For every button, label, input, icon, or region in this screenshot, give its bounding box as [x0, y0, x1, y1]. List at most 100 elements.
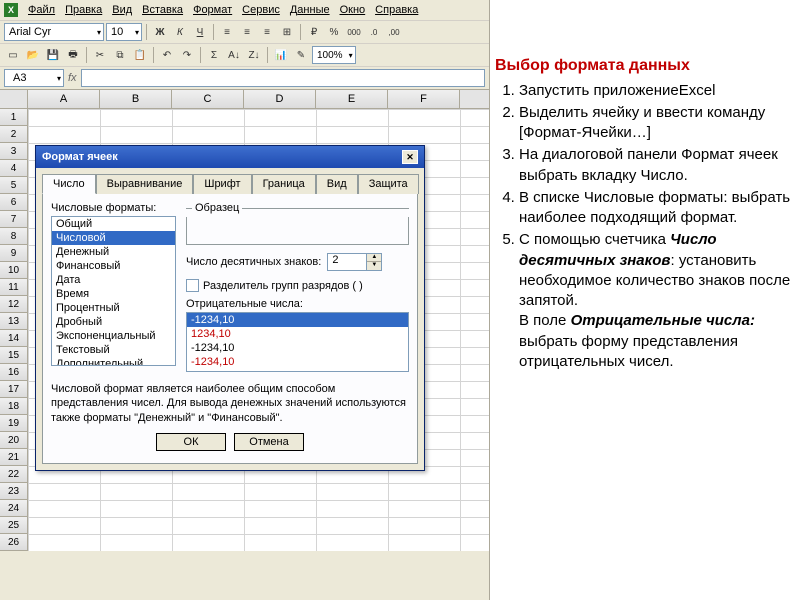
ok-button[interactable]: ОК: [156, 433, 226, 451]
fx-icon[interactable]: fx: [68, 72, 77, 84]
col-header[interactable]: F: [388, 90, 460, 108]
tab-view[interactable]: Вид: [316, 174, 358, 194]
decimals-input[interactable]: 2: [327, 253, 367, 271]
decimals-spinner[interactable]: 2 ▲ ▼: [327, 253, 382, 271]
format-list-item[interactable]: Числовой: [52, 231, 175, 245]
row-header[interactable]: 9: [0, 245, 28, 262]
spinner-down[interactable]: ▼: [367, 262, 381, 270]
menu-view[interactable]: Вид: [108, 2, 136, 18]
paste-button[interactable]: 📋: [131, 46, 149, 64]
row-header[interactable]: 24: [0, 500, 28, 517]
col-header[interactable]: A: [28, 90, 100, 108]
row-header[interactable]: 12: [0, 296, 28, 313]
percent-button[interactable]: %: [325, 23, 343, 41]
formula-input[interactable]: [81, 69, 485, 87]
row-header[interactable]: 5: [0, 177, 28, 194]
negative-format-item[interactable]: -1234,10: [187, 313, 408, 327]
align-right-button[interactable]: ≡: [258, 23, 276, 41]
save-button[interactable]: 💾: [44, 46, 62, 64]
row-header[interactable]: 23: [0, 483, 28, 500]
autosum-button[interactable]: Σ: [205, 46, 223, 64]
row-header[interactable]: 11: [0, 279, 28, 296]
undo-button[interactable]: ↶: [158, 46, 176, 64]
negative-format-item[interactable]: -1234,10: [187, 355, 408, 369]
merge-button[interactable]: ⊞: [278, 23, 296, 41]
close-button[interactable]: ✕: [402, 150, 418, 164]
open-button[interactable]: 📂: [24, 46, 42, 64]
menu-insert[interactable]: Вставка: [138, 2, 187, 18]
row-header[interactable]: 1: [0, 109, 28, 126]
row-header[interactable]: 13: [0, 313, 28, 330]
cancel-button[interactable]: Отмена: [234, 433, 304, 451]
underline-button[interactable]: Ч: [191, 23, 209, 41]
dialog-titlebar[interactable]: Формат ячеек ✕: [36, 146, 424, 168]
tab-alignment[interactable]: Выравнивание: [96, 174, 194, 194]
format-list-item[interactable]: Текстовый: [52, 343, 175, 357]
col-header[interactable]: D: [244, 90, 316, 108]
menu-tools[interactable]: Сервис: [238, 2, 284, 18]
row-header[interactable]: 4: [0, 160, 28, 177]
format-list-item[interactable]: Дополнительный: [52, 357, 175, 366]
font-name-select[interactable]: Arial Cyr: [4, 23, 104, 41]
row-header[interactable]: 7: [0, 211, 28, 228]
menu-data[interactable]: Данные: [286, 2, 334, 18]
sort-asc-button[interactable]: A↓: [225, 46, 243, 64]
format-list-item[interactable]: Экспоненциальный: [52, 329, 175, 343]
row-header[interactable]: 8: [0, 228, 28, 245]
row-header[interactable]: 17: [0, 381, 28, 398]
format-list-item[interactable]: Дробный: [52, 315, 175, 329]
zoom-select[interactable]: 100%: [312, 46, 356, 64]
chart-button[interactable]: 📊: [272, 46, 290, 64]
format-list-item[interactable]: Процентный: [52, 301, 175, 315]
redo-button[interactable]: ↷: [178, 46, 196, 64]
italic-button[interactable]: К: [171, 23, 189, 41]
tab-border[interactable]: Граница: [252, 174, 316, 194]
menu-format[interactable]: Формат: [189, 2, 236, 18]
tab-number[interactable]: Число: [42, 174, 96, 194]
row-header[interactable]: 6: [0, 194, 28, 211]
menu-file[interactable]: Файл: [24, 2, 59, 18]
row-header[interactable]: 2: [0, 126, 28, 143]
row-header[interactable]: 10: [0, 262, 28, 279]
menu-window[interactable]: Окно: [336, 2, 370, 18]
menu-help[interactable]: Справка: [371, 2, 422, 18]
spinner-up[interactable]: ▲: [367, 254, 381, 262]
row-header[interactable]: 14: [0, 330, 28, 347]
format-list-item[interactable]: Общий: [52, 217, 175, 231]
negative-numbers-list[interactable]: -1234,101234,10-1234,10-1234,10: [186, 312, 409, 372]
row-header[interactable]: 18: [0, 398, 28, 415]
col-header[interactable]: E: [316, 90, 388, 108]
row-header[interactable]: 16: [0, 364, 28, 381]
decrease-decimal-button[interactable]: ,00: [385, 23, 403, 41]
row-header[interactable]: 20: [0, 432, 28, 449]
col-header[interactable]: C: [172, 90, 244, 108]
format-list-item[interactable]: Денежный: [52, 245, 175, 259]
select-all-corner[interactable]: [0, 90, 28, 108]
row-header[interactable]: 25: [0, 517, 28, 534]
bold-button[interactable]: Ж: [151, 23, 169, 41]
row-header[interactable]: 3: [0, 143, 28, 160]
increase-decimal-button[interactable]: .0: [365, 23, 383, 41]
currency-button[interactable]: ₽: [305, 23, 323, 41]
sort-desc-button[interactable]: Z↓: [245, 46, 263, 64]
format-list-item[interactable]: Дата: [52, 273, 175, 287]
col-header[interactable]: B: [100, 90, 172, 108]
align-left-button[interactable]: ≡: [218, 23, 236, 41]
row-header[interactable]: 21: [0, 449, 28, 466]
menu-edit[interactable]: Правка: [61, 2, 106, 18]
align-center-button[interactable]: ≡: [238, 23, 256, 41]
copy-button[interactable]: ⧉: [111, 46, 129, 64]
row-header[interactable]: 15: [0, 347, 28, 364]
drawing-button[interactable]: ✎: [292, 46, 310, 64]
font-size-select[interactable]: 10: [106, 23, 142, 41]
tab-font[interactable]: Шрифт: [193, 174, 251, 194]
format-list-item[interactable]: Время: [52, 287, 175, 301]
new-button[interactable]: ▭: [4, 46, 22, 64]
print-button[interactable]: 🖶: [64, 46, 82, 64]
row-header[interactable]: 19: [0, 415, 28, 432]
cut-button[interactable]: ✂: [91, 46, 109, 64]
row-header[interactable]: 26: [0, 534, 28, 551]
row-header[interactable]: 22: [0, 466, 28, 483]
tab-protection[interactable]: Защита: [358, 174, 419, 194]
negative-format-item[interactable]: 1234,10: [187, 327, 408, 341]
